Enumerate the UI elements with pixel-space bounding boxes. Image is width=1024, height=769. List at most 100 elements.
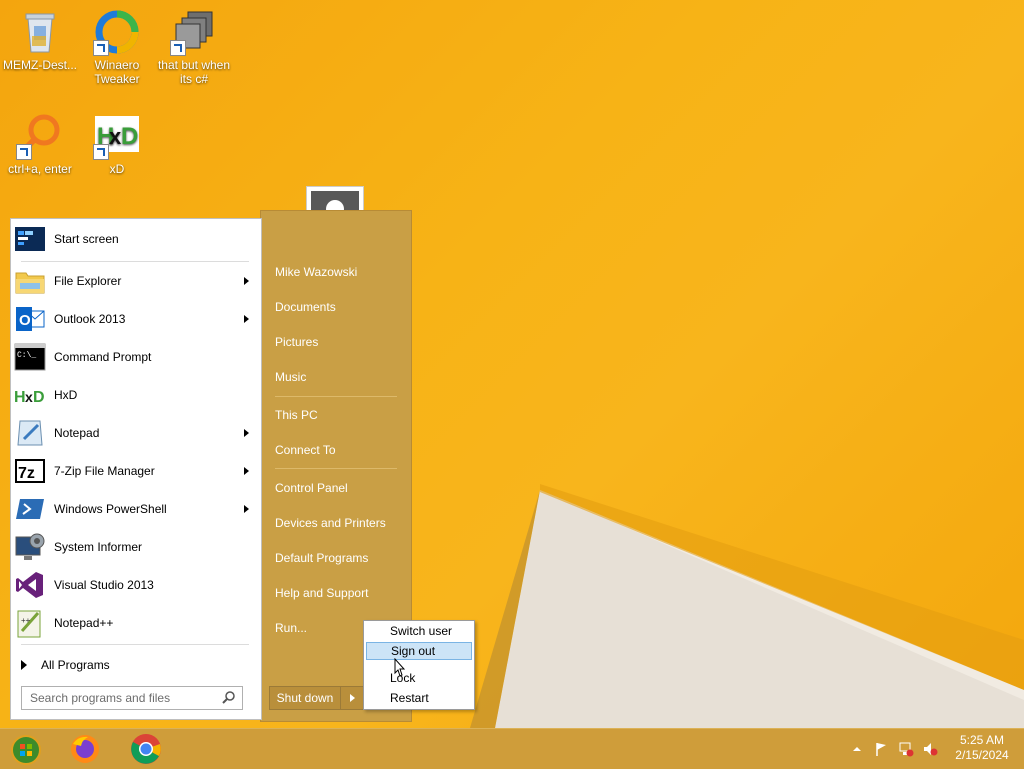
clock-time: 5:25 AM: [959, 733, 1005, 747]
desktop-icon-xd[interactable]: HxD xD: [79, 112, 155, 176]
default-programs-link[interactable]: Default Programs: [275, 551, 368, 565]
shortcut-arrow-icon: [93, 40, 109, 56]
user-name-link[interactable]: Mike Wazowski: [275, 265, 357, 279]
program-label: 7-Zip File Manager: [54, 464, 155, 478]
program-label: Visual Studio 2013: [54, 578, 154, 592]
program-label: System Informer: [54, 540, 143, 554]
start-screen-icon: [14, 223, 46, 255]
program-start-screen[interactable]: Start screen: [11, 220, 261, 258]
winaero-icon: [93, 8, 141, 56]
action-center-flag-icon[interactable]: [874, 741, 888, 757]
menu-item-switch-user[interactable]: Switch user: [366, 622, 472, 640]
notepadpp-icon: ++: [14, 607, 46, 639]
svg-text:C:\_: C:\_: [17, 351, 36, 360]
program-label: Command Prompt: [54, 350, 152, 364]
visual-studio-icon: [14, 569, 46, 601]
menu-item-restart[interactable]: Restart: [366, 689, 472, 707]
powershell-icon: [14, 493, 46, 525]
chrome-taskbar-button[interactable]: [129, 732, 163, 766]
desktop-icon-recycle-bin[interactable]: MEMZ-Dest...: [2, 8, 78, 72]
program-7zip[interactable]: 7z 7-Zip File Manager: [11, 452, 261, 490]
show-hidden-icons-icon[interactable]: [852, 745, 862, 753]
volume-muted-icon[interactable]: [922, 741, 938, 757]
desktop-icon-label: Winaero Tweaker: [94, 58, 140, 86]
notification-area: [848, 729, 948, 769]
firefox-taskbar-button[interactable]: [68, 732, 102, 766]
program-file-explorer[interactable]: File Explorer: [11, 262, 261, 300]
all-programs-button[interactable]: All Programs: [11, 651, 261, 679]
power-options-menu: Switch user Sign out Lock Restart: [363, 620, 475, 710]
desktop-icon-label: ctrl+a, enter: [8, 162, 72, 176]
clock-date: 2/15/2024: [955, 748, 1009, 762]
magnifier-icon: [16, 112, 64, 160]
svg-text:H: H: [14, 389, 26, 406]
menu-item-sign-out[interactable]: Sign out: [366, 642, 472, 660]
desktop-icon-winaero[interactable]: Winaero Tweaker: [79, 8, 155, 86]
program-outlook[interactable]: O Outlook 2013: [11, 300, 261, 338]
separator: [275, 396, 397, 397]
search-placeholder: Search programs and files: [30, 691, 171, 705]
start-orb-icon: [11, 735, 41, 765]
shutdown-button-group: Shut down: [269, 686, 366, 710]
start-menu-programs-pane: Start screen File Explorer O Outlook 201…: [10, 218, 262, 720]
recycle-bin-icon: [16, 8, 64, 56]
all-programs-arrow-icon: [21, 660, 27, 670]
shortcut-arrow-icon: [170, 40, 186, 56]
desktop-icon-label: xD: [109, 162, 125, 176]
separator: [275, 468, 397, 469]
firefox-icon: [71, 735, 99, 763]
svg-text:7z: 7z: [18, 465, 35, 482]
shortcut-arrow-icon: [16, 144, 32, 160]
all-programs-label: All Programs: [41, 658, 110, 672]
desktop-icon-label: MEMZ-Dest...: [3, 58, 77, 72]
program-label: Windows PowerShell: [54, 502, 167, 516]
shutdown-options-arrow[interactable]: [341, 687, 365, 709]
desktop-icon-ctrl-a-enter[interactable]: ctrl+a, enter: [2, 112, 78, 176]
run-link[interactable]: Run...: [275, 621, 307, 635]
submenu-arrow-icon: [244, 467, 249, 475]
system-informer-icon: [14, 531, 46, 563]
search-icon[interactable]: [221, 690, 237, 706]
devices-and-printers-link[interactable]: Devices and Printers: [275, 516, 386, 530]
program-label: Start screen: [54, 232, 119, 246]
shortcut-arrow-icon: [93, 144, 109, 160]
program-system-informer[interactable]: System Informer: [11, 528, 261, 566]
program-notepad[interactable]: Notepad: [11, 414, 261, 452]
pictures-link[interactable]: Pictures: [275, 335, 318, 349]
separator: [21, 644, 249, 645]
documents-link[interactable]: Documents: [275, 300, 336, 314]
program-label: Outlook 2013: [54, 312, 126, 326]
start-orb-button[interactable]: [9, 732, 43, 766]
clock[interactable]: 5:25 AM 2/15/2024: [948, 733, 1016, 763]
folder-stack-icon: [170, 8, 218, 56]
program-notepadpp[interactable]: ++ Notepad++: [11, 604, 261, 642]
connect-to-link[interactable]: Connect To: [275, 443, 336, 457]
help-and-support-link[interactable]: Help and Support: [275, 586, 368, 600]
mouse-cursor-icon: [394, 658, 406, 677]
program-powershell[interactable]: Windows PowerShell: [11, 490, 261, 528]
svg-text:D: D: [121, 123, 138, 150]
submenu-arrow-icon: [244, 429, 249, 437]
desktop-icon-that-but-when-its-c[interactable]: that but when its c#: [156, 8, 232, 86]
svg-text:O: O: [19, 312, 31, 329]
program-label: HxD: [54, 388, 78, 402]
network-icon[interactable]: [898, 741, 914, 757]
desktop-icon-label: that but when its c#: [157, 58, 231, 86]
taskbar: 5:25 AM 2/15/2024: [0, 728, 1024, 769]
program-visual-studio[interactable]: Visual Studio 2013: [11, 566, 261, 604]
file-explorer-icon: [14, 265, 46, 297]
submenu-arrow-icon: [244, 277, 249, 285]
search-programs-input[interactable]: Search programs and files: [21, 686, 243, 710]
program-command-prompt[interactable]: C:\_ Command Prompt: [11, 338, 261, 376]
program-label: File Explorer: [54, 274, 122, 288]
this-pc-link[interactable]: This PC: [275, 408, 318, 422]
control-panel-link[interactable]: Control Panel: [275, 481, 348, 495]
svg-text:x: x: [25, 389, 33, 405]
notepad-icon: [14, 417, 46, 449]
program-label: Notepad: [54, 426, 100, 440]
music-link[interactable]: Music: [275, 370, 306, 384]
shutdown-button[interactable]: Shut down: [270, 687, 341, 709]
program-hxd[interactable]: HxD HxD: [11, 376, 261, 414]
menu-item-lock[interactable]: Lock: [366, 669, 472, 687]
chrome-icon: [131, 734, 161, 764]
